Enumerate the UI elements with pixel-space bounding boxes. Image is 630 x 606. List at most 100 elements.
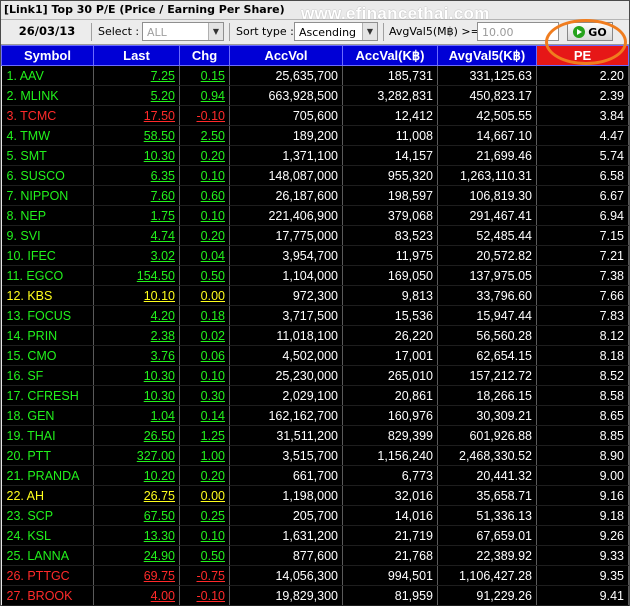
- table-row[interactable]: 22. AH 26.75 0.00 1,198,000 32,016 35,658.71 9…: [1, 485, 629, 506]
- column-header-symbol[interactable]: Symbol: [1, 45, 94, 66]
- column-header-accvol[interactable]: AccVol: [229, 45, 343, 66]
- table-row[interactable]: 25. LANNA 24.90 0.50 877,600 21,768 22,389.92…: [1, 545, 629, 566]
- cell-symbol[interactable]: 17. CFRESH: [1, 385, 94, 406]
- cell-last[interactable]: 2.38: [93, 325, 180, 346]
- table-row[interactable]: 18. GEN 1.04 0.14 162,162,700 160,976 30,309.…: [1, 405, 629, 426]
- table-row[interactable]: 10. IFEC 3.02 0.04 3,954,700 11,975 20,572.82…: [1, 245, 629, 266]
- avgval-input[interactable]: 10.00: [477, 22, 559, 41]
- cell-chg[interactable]: 0.94: [179, 85, 230, 106]
- cell-symbol[interactable]: 5. SMT: [1, 145, 94, 166]
- cell-chg[interactable]: 0.20: [179, 145, 230, 166]
- table-row[interactable]: 15. CMO 3.76 0.06 4,502,000 17,001 62,654.15 8…: [1, 345, 629, 366]
- cell-chg[interactable]: 0.10: [179, 525, 230, 546]
- table-row[interactable]: 26. PTTGC 69.75 -0.75 14,056,300 994,501 1,10…: [1, 565, 629, 586]
- cell-chg[interactable]: 0.10: [179, 205, 230, 226]
- cell-symbol[interactable]: 27. BROOK: [1, 585, 94, 606]
- table-row[interactable]: 27. BROOK 4.00 -0.10 19,829,300 81,959 91,229…: [1, 585, 629, 606]
- cell-last[interactable]: 26.75: [93, 485, 180, 506]
- cell-chg[interactable]: -0.10: [179, 585, 230, 606]
- column-header-avgval5[interactable]: AvgVal5(K฿): [437, 45, 537, 66]
- cell-last[interactable]: 6.35: [93, 165, 180, 186]
- cell-chg[interactable]: -0.10: [179, 105, 230, 126]
- cell-last[interactable]: 1.75: [93, 205, 180, 226]
- table-row[interactable]: 3. TCMC 17.50 -0.10 705,600 12,412 42,505.55 3…: [1, 105, 629, 126]
- cell-chg[interactable]: 0.14: [179, 405, 230, 426]
- table-row[interactable]: 7. NIPPON 7.60 0.60 26,187,600 198,597 106,81…: [1, 185, 629, 206]
- table-row[interactable]: 6. SUSCO 6.35 0.10 148,087,000 955,320 1,263,…: [1, 165, 629, 186]
- table-row[interactable]: 12. KBS 10.10 0.00 972,300 9,813 33,796.60 7.6…: [1, 285, 629, 306]
- cell-symbol[interactable]: 16. SF: [1, 365, 94, 386]
- cell-symbol[interactable]: 22. AH: [1, 485, 94, 506]
- cell-chg[interactable]: 0.15: [179, 65, 230, 86]
- cell-symbol[interactable]: 23. SCP: [1, 505, 94, 526]
- cell-symbol[interactable]: 13. FOCUS: [1, 305, 94, 326]
- cell-chg[interactable]: 0.00: [179, 285, 230, 306]
- cell-last[interactable]: 10.30: [93, 385, 180, 406]
- cell-symbol[interactable]: 10. IFEC: [1, 245, 94, 266]
- cell-symbol[interactable]: 26. PTTGC: [1, 565, 94, 586]
- cell-symbol[interactable]: 25. LANNA: [1, 545, 94, 566]
- cell-last[interactable]: 3.02: [93, 245, 180, 266]
- table-row[interactable]: 21. PRANDA 10.20 0.20 661,700 6,773 20,441.32…: [1, 465, 629, 486]
- cell-chg[interactable]: 0.30: [179, 385, 230, 406]
- chevron-down-icon[interactable]: ▼: [362, 23, 377, 40]
- cell-symbol[interactable]: 24. KSL: [1, 525, 94, 546]
- cell-last[interactable]: 7.25: [93, 65, 180, 86]
- cell-symbol[interactable]: 15. CMO: [1, 345, 94, 366]
- cell-last[interactable]: 4.20: [93, 305, 180, 326]
- cell-chg[interactable]: 1.25: [179, 425, 230, 446]
- cell-chg[interactable]: 0.20: [179, 225, 230, 246]
- cell-chg[interactable]: 0.20: [179, 465, 230, 486]
- table-row[interactable]: 14. PRIN 2.38 0.02 11,018,100 26,220 56,560.2…: [1, 325, 629, 346]
- column-header-accval[interactable]: AccVal(K฿): [342, 45, 438, 66]
- cell-last[interactable]: 10.30: [93, 145, 180, 166]
- cell-last[interactable]: 3.76: [93, 345, 180, 366]
- cell-symbol[interactable]: 2. MLINK: [1, 85, 94, 106]
- cell-last[interactable]: 13.30: [93, 525, 180, 546]
- cell-last[interactable]: 10.30: [93, 365, 180, 386]
- cell-last[interactable]: 69.75: [93, 565, 180, 586]
- table-row[interactable]: 13. FOCUS 4.20 0.18 3,717,500 15,536 15,947.4…: [1, 305, 629, 326]
- market-select[interactable]: ALL ▼: [142, 22, 224, 41]
- cell-last[interactable]: 10.10: [93, 285, 180, 306]
- column-header-last[interactable]: Last: [93, 45, 180, 66]
- cell-chg[interactable]: 0.10: [179, 365, 230, 386]
- cell-last[interactable]: 26.50: [93, 425, 180, 446]
- cell-symbol[interactable]: 20. PTT: [1, 445, 94, 466]
- cell-symbol[interactable]: 14. PRIN: [1, 325, 94, 346]
- table-row[interactable]: 16. SF 10.30 0.10 25,230,000 265,010 157,212.…: [1, 365, 629, 386]
- cell-symbol[interactable]: 6. SUSCO: [1, 165, 94, 186]
- cell-last[interactable]: 67.50: [93, 505, 180, 526]
- cell-chg[interactable]: 0.10: [179, 165, 230, 186]
- cell-chg[interactable]: -0.75: [179, 565, 230, 586]
- go-button[interactable]: GO: [567, 22, 613, 41]
- cell-chg[interactable]: 0.04: [179, 245, 230, 266]
- cell-symbol[interactable]: 18. GEN: [1, 405, 94, 426]
- cell-symbol[interactable]: 21. PRANDA: [1, 465, 94, 486]
- table-row[interactable]: 5. SMT 10.30 0.20 1,371,100 14,157 21,699.46 5…: [1, 145, 629, 166]
- cell-chg[interactable]: 0.50: [179, 545, 230, 566]
- cell-chg[interactable]: 0.50: [179, 265, 230, 286]
- table-row[interactable]: 17. CFRESH 10.30 0.30 2,029,100 20,861 18,266…: [1, 385, 629, 406]
- cell-chg[interactable]: 0.60: [179, 185, 230, 206]
- table-row[interactable]: 23. SCP 67.50 0.25 205,700 14,016 51,336.13 9.…: [1, 505, 629, 526]
- cell-symbol[interactable]: 9. SVI: [1, 225, 94, 246]
- cell-symbol[interactable]: 11. EGCO: [1, 265, 94, 286]
- cell-last[interactable]: 17.50: [93, 105, 180, 126]
- table-row[interactable]: 20. PTT 327.00 1.00 3,515,700 1,156,240 2,468…: [1, 445, 629, 466]
- column-header-pe[interactable]: PE: [536, 45, 629, 66]
- sort-select[interactable]: Ascending ▼: [294, 22, 378, 41]
- cell-last[interactable]: 24.90: [93, 545, 180, 566]
- table-row[interactable]: 9. SVI 4.74 0.20 17,775,000 83,523 52,485.44 7…: [1, 225, 629, 246]
- cell-chg[interactable]: 0.02: [179, 325, 230, 346]
- cell-chg[interactable]: 0.00: [179, 485, 230, 506]
- cell-symbol[interactable]: 4. TMW: [1, 125, 94, 146]
- chevron-down-icon[interactable]: ▼: [208, 23, 223, 40]
- cell-chg[interactable]: 1.00: [179, 445, 230, 466]
- table-row[interactable]: 1. AAV 7.25 0.15 25,635,700 185,731 331,125.6…: [1, 65, 629, 86]
- cell-last[interactable]: 154.50: [93, 265, 180, 286]
- cell-last[interactable]: 327.00: [93, 445, 180, 466]
- cell-chg[interactable]: 0.06: [179, 345, 230, 366]
- cell-chg[interactable]: 0.25: [179, 505, 230, 526]
- table-row[interactable]: 19. THAI 26.50 1.25 31,511,200 829,399 601,92…: [1, 425, 629, 446]
